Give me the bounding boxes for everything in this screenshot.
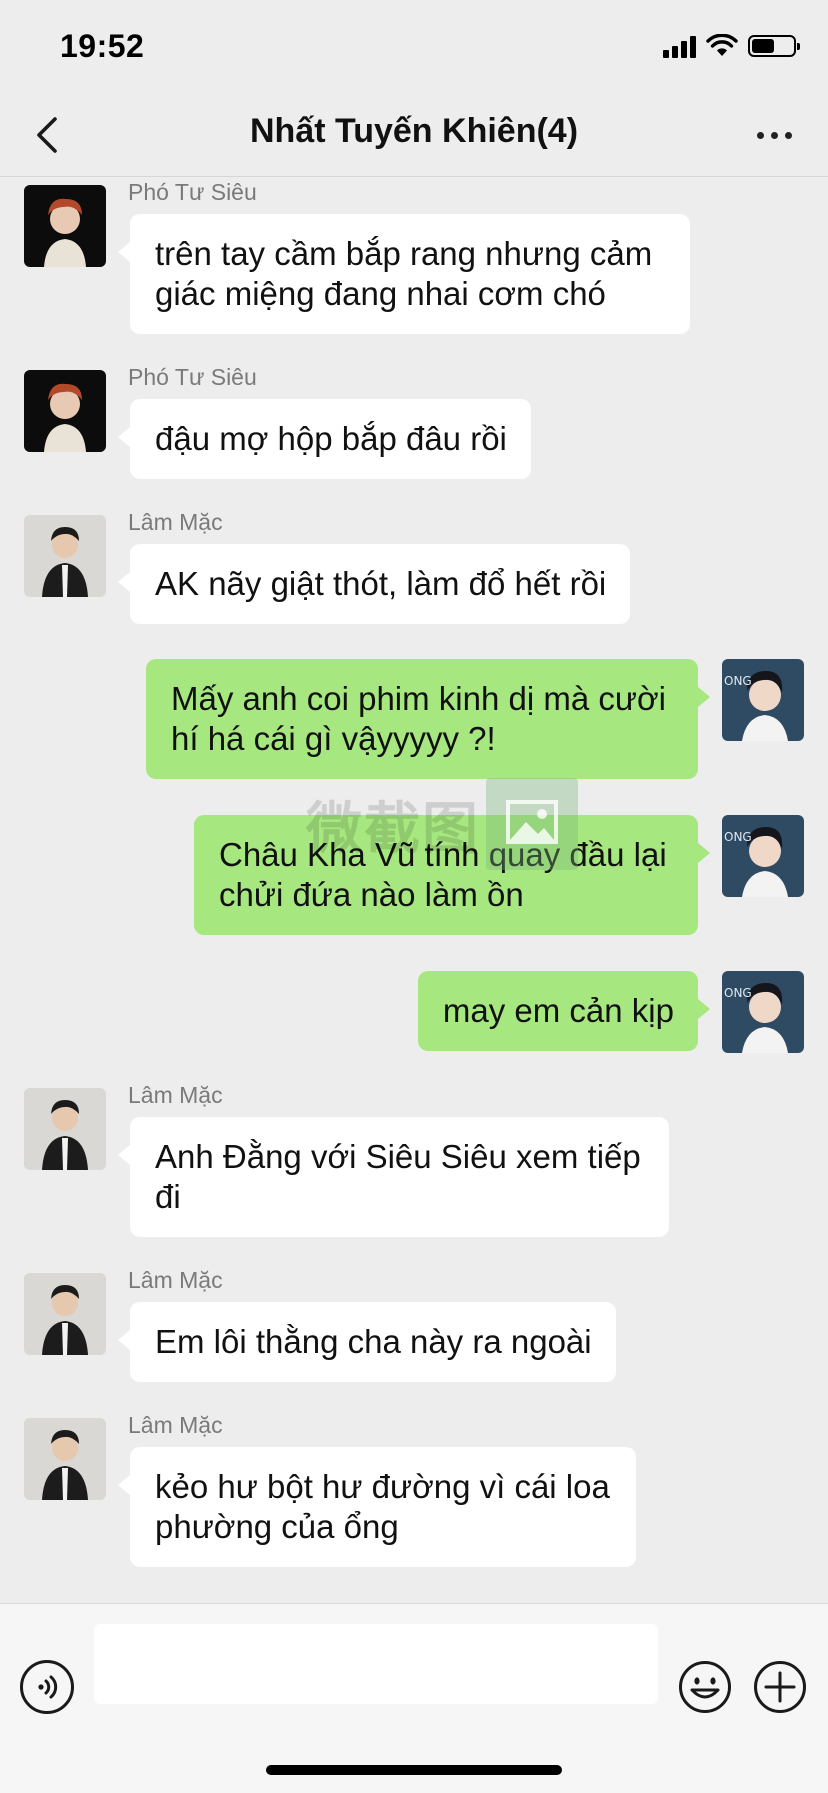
sender-name: Phó Tư Siêu [128, 364, 257, 390]
avatar[interactable] [24, 1273, 106, 1355]
avatar[interactable] [24, 1088, 106, 1170]
sender-name: Lâm Mặc [128, 1267, 223, 1293]
message-bubble[interactable]: AK nãy giật thót, làm đổ hết rồi [117, 544, 631, 624]
emoji-icon [679, 1661, 731, 1713]
avatar[interactable] [24, 370, 106, 452]
home-indicator [266, 1765, 562, 1775]
voice-icon [38, 1675, 58, 1699]
avatar[interactable] [24, 515, 106, 597]
sender-name: Lâm Mặc [128, 509, 223, 535]
plus-button[interactable] [753, 1660, 807, 1714]
sender-name: Lâm Mặc [128, 1082, 223, 1108]
message-bubble[interactable]: Châu Kha Vũ tính quay đầu lại chửi đứa n… [194, 815, 710, 935]
plus-icon [754, 1661, 806, 1713]
svg-text:ONG: ONG [724, 986, 752, 1000]
cellular-signal-icon [663, 34, 696, 58]
message-bubble[interactable]: đậu mợ hộp bắp đâu rồi [118, 399, 531, 479]
sender-name: Phó Tư Siêu [128, 179, 257, 205]
voice-button[interactable] [20, 1660, 74, 1714]
avatar[interactable]: ONG [722, 659, 804, 741]
message-bubble[interactable]: may em cản kịp [417, 971, 711, 1051]
input-bar [0, 1603, 828, 1793]
emoji-button[interactable] [678, 1660, 732, 1714]
svg-text:ONG: ONG [724, 674, 752, 688]
message-bubble[interactable]: kẻo hư bột hư đường vì cái loa phường củ… [118, 1447, 636, 1567]
svg-text:ONG: ONG [724, 830, 752, 844]
sender-name: Lâm Mặc [128, 1412, 223, 1438]
avatar[interactable] [24, 1418, 106, 1500]
wifi-icon [706, 34, 738, 56]
avatar[interactable]: ONG [722, 971, 804, 1053]
nav-bar: Nhất Tuyến Khiên(4) [0, 96, 828, 177]
message-bubble[interactable]: trên tay cầm bắp rang nhưng cảm giác miệ… [118, 214, 690, 334]
battery-icon [748, 35, 800, 57]
message-bubble[interactable]: Anh Đằng với Siêu Siêu xem tiếp đi [118, 1117, 669, 1237]
more-dots-icon [756, 131, 764, 139]
status-bar: 19:52 [0, 0, 828, 96]
status-icons [663, 34, 800, 58]
message-bubble[interactable]: Mấy anh coi phim kinh dị mà cười hí há c… [146, 659, 710, 779]
message-bubble[interactable]: Em lôi thằng cha này ra ngoài [118, 1302, 616, 1382]
message-input[interactable] [94, 1624, 658, 1704]
more-options-button[interactable] [746, 110, 802, 160]
avatar[interactable]: ONG [722, 815, 804, 897]
avatar[interactable] [24, 185, 106, 267]
chat-title: Nhất Tuyến Khiên(4) [249, 112, 579, 150]
status-time: 19:52 [60, 28, 145, 64]
message-list[interactable]: Phó Tư Siêu trên tay cầm bắp rang nhưng … [0, 177, 828, 1602]
